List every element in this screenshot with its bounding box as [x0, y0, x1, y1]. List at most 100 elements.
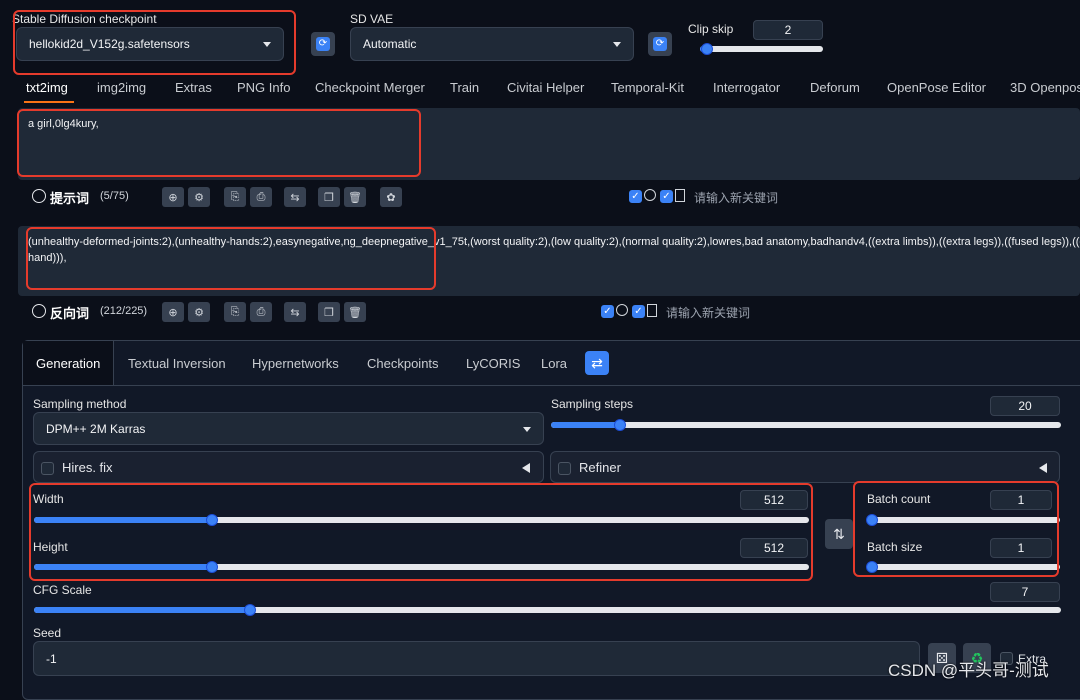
subtab-textual-inversion[interactable]: Textual Inversion — [128, 356, 226, 371]
negative-option-checkbox[interactable]: ✓ — [601, 305, 614, 318]
openai-icon[interactable]: ✿ — [380, 187, 402, 207]
prompt-token-count: (5/75) — [100, 190, 129, 202]
clip-skip-input[interactable]: 2 — [753, 20, 823, 40]
clip-skip-slider[interactable] — [700, 43, 823, 55]
tab-img2img[interactable]: img2img — [97, 80, 146, 95]
hires-fix-checkbox[interactable] — [41, 462, 54, 475]
collapse-icon[interactable] — [32, 189, 46, 203]
sampling-steps-slider[interactable] — [551, 419, 1061, 431]
slider-thumb[interactable] — [865, 514, 878, 526]
tab-checkpoint-merger[interactable]: Checkpoint Merger — [315, 80, 425, 95]
prompt-textarea[interactable]: a girl,0lg4kury, — [18, 108, 1080, 180]
translate-icon[interactable]: ⇆ — [284, 302, 306, 322]
batch-count-label: Batch count — [867, 492, 931, 506]
tab-deforum[interactable]: Deforum — [810, 80, 860, 95]
collapse-icon[interactable] — [32, 304, 46, 318]
bookmark-icon[interactable]: ⎙ — [250, 302, 272, 322]
clip-skip-label: Clip skip — [688, 22, 734, 36]
trash-icon[interactable]: 🗑 — [344, 187, 366, 207]
tab-openpose-editor[interactable]: OpenPose Editor — [887, 80, 986, 95]
seed-input[interactable]: -1 — [33, 641, 920, 676]
collapse-arrow-icon[interactable] — [1039, 463, 1047, 473]
negative-keyword-input[interactable]: 请输入新关键词 — [666, 304, 750, 321]
checkpoint-label: Stable Diffusion checkpoint — [12, 12, 157, 26]
batch-size-input[interactable]: 1 — [990, 538, 1052, 558]
refiner-row[interactable]: Refiner — [550, 451, 1060, 483]
sampling-method-select[interactable]: DPM++ 2M Karras — [33, 412, 544, 445]
subtab-generation[interactable]: Generation — [36, 356, 100, 371]
duplicate-icon[interactable]: ❐ — [318, 187, 340, 207]
cfg-scale-label: CFG Scale — [33, 583, 92, 597]
width-label: Width — [33, 492, 64, 506]
batch-count-slider[interactable] — [865, 514, 1060, 526]
prompt-title: 提示词 — [50, 191, 90, 206]
slider-thumb[interactable] — [701, 43, 714, 55]
refresh-icon: ⟳ — [653, 37, 667, 51]
gear-icon[interactable]: ⚙ — [188, 187, 210, 207]
sampling-method-value: DPM++ 2M Karras — [46, 421, 146, 436]
slider-thumb[interactable] — [243, 604, 256, 616]
tab-temporal-kit[interactable]: Temporal-Kit — [611, 80, 684, 95]
tab-png-info[interactable]: PNG Info — [237, 80, 290, 95]
prompt-keyword-input[interactable]: 请输入新关键词 — [694, 189, 778, 206]
negative-prompt-textarea[interactable]: (unhealthy-deformed-joints:2),(unhealthy… — [18, 226, 1080, 296]
negative-toolbar: 反向词 (212/225) ⊕ ⚙ ⎘ ⎙ ⇆ ❐ 🗑 ✓ ✓ 请输入新关键词 — [32, 302, 1080, 322]
refiner-checkbox[interactable] — [558, 462, 571, 475]
duplicate-icon[interactable]: ❐ — [318, 302, 340, 322]
panel-icon[interactable] — [647, 304, 657, 317]
tab-interrogator[interactable]: Interrogator — [713, 80, 780, 95]
globe-icon[interactable]: ⊕ — [162, 187, 184, 207]
refiner-label: Refiner — [579, 460, 621, 475]
trash-icon[interactable]: 🗑 — [344, 302, 366, 322]
refresh-extra-networks-button[interactable]: ⇄ — [585, 351, 609, 375]
swap-dimensions-button[interactable]: ⇅ — [825, 519, 853, 549]
tab-txt2img[interactable]: txt2img — [26, 80, 68, 95]
active-tab-indicator — [24, 101, 74, 103]
checkpoint-select[interactable]: hellokid2d_V152g.safetensors — [16, 27, 284, 61]
subtab-checkpoints[interactable]: Checkpoints — [367, 356, 439, 371]
tab-extras[interactable]: Extras — [175, 80, 212, 95]
vae-value: Automatic — [363, 37, 417, 51]
collapse-arrow-icon[interactable] — [522, 463, 530, 473]
clock-icon[interactable] — [616, 304, 628, 316]
copy-settings-icon[interactable]: ⎘ — [224, 302, 246, 322]
tab-train[interactable]: Train — [450, 80, 479, 95]
negative-option-checkbox-2[interactable]: ✓ — [632, 305, 645, 318]
cfg-scale-input[interactable]: 7 — [990, 582, 1060, 602]
height-slider[interactable] — [34, 561, 809, 573]
slider-thumb[interactable] — [865, 561, 878, 573]
tab-civitai-helper[interactable]: Civitai Helper — [507, 80, 584, 95]
vae-refresh-button[interactable]: ⟳ — [648, 32, 672, 56]
sampling-steps-input[interactable]: 20 — [990, 396, 1060, 416]
checkpoint-value: hellokid2d_V152g.safetensors — [29, 37, 190, 51]
subtab-lora[interactable]: Lora — [541, 356, 567, 371]
batch-size-label: Batch size — [867, 540, 923, 554]
hires-fix-row[interactable]: Hires. fix — [33, 451, 544, 483]
refresh-icon: ⟳ — [316, 37, 330, 51]
globe-icon[interactable]: ⊕ — [162, 302, 184, 322]
subtab-lycoris[interactable]: LyCORIS — [466, 356, 520, 371]
tab-3d-openpos[interactable]: 3D Openpos — [1010, 80, 1080, 95]
width-input[interactable]: 512 — [740, 490, 808, 510]
batch-count-input[interactable]: 1 — [990, 490, 1052, 510]
watermark: CSDN @平头哥-测试 — [888, 661, 1049, 680]
bookmark-icon[interactable]: ⎙ — [250, 187, 272, 207]
checkpoint-refresh-button[interactable]: ⟳ — [311, 32, 335, 56]
prompt-text: a girl,0lg4kury, — [28, 118, 99, 130]
prompt-option-checkbox[interactable]: ✓ — [629, 190, 642, 203]
translate-icon[interactable]: ⇆ — [284, 187, 306, 207]
gear-icon[interactable]: ⚙ — [188, 302, 210, 322]
copy-settings-icon[interactable]: ⎘ — [224, 187, 246, 207]
vae-select[interactable]: Automatic — [350, 27, 634, 61]
prompt-option-checkbox-2[interactable]: ✓ — [660, 190, 673, 203]
height-input[interactable]: 512 — [740, 538, 808, 558]
hires-fix-label: Hires. fix — [62, 460, 113, 475]
panel-icon[interactable] — [675, 189, 685, 202]
width-slider[interactable] — [34, 514, 809, 526]
clock-icon[interactable] — [644, 189, 656, 201]
slider-thumb[interactable] — [613, 419, 626, 431]
batch-size-slider[interactable] — [865, 561, 1060, 573]
subtab-hypernetworks[interactable]: Hypernetworks — [252, 356, 339, 371]
cfg-scale-slider[interactable] — [34, 604, 1061, 616]
chevron-down-icon — [523, 426, 531, 432]
